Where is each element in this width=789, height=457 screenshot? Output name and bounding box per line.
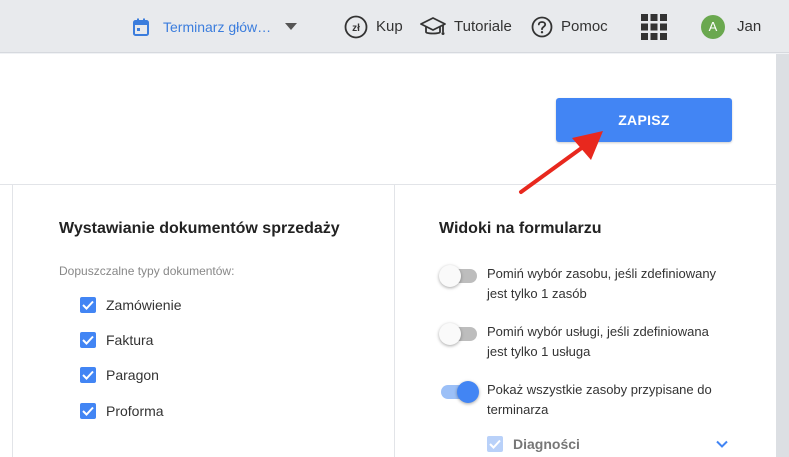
show-all-resources-toggle-row: Pokaż wszystkie zasoby przypisane do ter… bbox=[439, 380, 727, 420]
doc-type-label: Zamówienie bbox=[106, 297, 182, 313]
sales-docs-title: Wystawianie dokumentów sprzedaży bbox=[59, 220, 340, 237]
checkbox-checked-icon[interactable] bbox=[80, 367, 96, 383]
buy-link[interactable]: zł Kup bbox=[344, 0, 403, 53]
skip-service-toggle-row: Pomiń wybór usługi, jeśli zdefiniowana j… bbox=[439, 322, 727, 362]
avatar: A bbox=[701, 14, 725, 39]
caret-down-icon bbox=[285, 23, 298, 30]
skip-resource-toggle-row: Pomiń wybór zasobu, jeśli zdefiniowany j… bbox=[439, 264, 727, 304]
toggle-knob bbox=[439, 323, 461, 345]
checkbox-checked-icon[interactable] bbox=[80, 403, 96, 419]
column-divider-middle bbox=[394, 185, 395, 457]
toggle-label: Pomiń wybór zasobu, jeśli zdefiniowany j… bbox=[487, 266, 717, 301]
user-menu[interactable]: A Jan bbox=[701, 0, 761, 53]
currency-icon: zł bbox=[344, 15, 368, 38]
doc-type-receipt[interactable]: Paragon bbox=[80, 367, 159, 383]
apps-grid-icon bbox=[641, 13, 667, 40]
calendar-selector[interactable]: Terminarz głów… bbox=[133, 0, 298, 53]
checkbox-checked-icon[interactable] bbox=[487, 436, 503, 452]
doc-type-label: Paragon bbox=[106, 367, 159, 383]
toggle-knob bbox=[439, 265, 461, 287]
section-divider bbox=[0, 184, 776, 185]
doc-type-label: Faktura bbox=[106, 332, 154, 348]
calendar-icon bbox=[133, 18, 149, 36]
toggle-knob bbox=[457, 381, 479, 403]
toggle-label: Pomiń wybór usługi, jeśli zdefiniowana j… bbox=[487, 324, 709, 359]
doc-type-order[interactable]: Zamówienie bbox=[80, 297, 181, 313]
resource-group-label: Diagności bbox=[513, 436, 580, 452]
buy-label: Kup bbox=[376, 18, 403, 35]
doc-type-invoice[interactable]: Faktura bbox=[80, 332, 153, 348]
help-label: Pomoc bbox=[561, 18, 608, 35]
tutorials-link[interactable]: Tutoriale bbox=[420, 0, 512, 53]
scrollbar[interactable] bbox=[776, 54, 789, 457]
skip-resource-toggle[interactable] bbox=[439, 264, 479, 287]
apps-menu-button[interactable] bbox=[640, 0, 668, 53]
doc-type-proforma[interactable]: Proforma bbox=[80, 403, 164, 419]
user-name: Jan bbox=[737, 18, 762, 35]
calendar-selector-label: Terminarz głów… bbox=[163, 18, 272, 35]
allowed-types-label: Dopuszczalne typy dokumentów: bbox=[59, 264, 235, 278]
toggle-label: Pokaż wszystkie zasoby przypisane do ter… bbox=[487, 382, 712, 417]
help-icon bbox=[531, 16, 553, 37]
tutorials-label: Tutoriale bbox=[454, 18, 512, 35]
checkbox-checked-icon[interactable] bbox=[80, 297, 96, 313]
column-divider-left bbox=[12, 185, 13, 457]
top-bar: Terminarz głów… zł Kup Tutoriale Pomoc A… bbox=[0, 0, 789, 53]
chevron-down-icon[interactable] bbox=[714, 436, 730, 452]
doc-type-label: Proforma bbox=[106, 403, 164, 419]
graduation-cap-icon bbox=[420, 16, 446, 35]
currency-icon-text: zł bbox=[352, 23, 360, 34]
annotation-arrow bbox=[519, 131, 603, 194]
help-link[interactable]: Pomoc bbox=[531, 0, 608, 53]
skip-service-toggle[interactable] bbox=[439, 322, 479, 345]
form-views-title: Widoki na formularzu bbox=[439, 220, 602, 237]
resource-group-diagnostics[interactable]: Diagności bbox=[487, 436, 580, 452]
show-all-resources-toggle[interactable] bbox=[439, 380, 479, 403]
checkbox-checked-icon[interactable] bbox=[80, 332, 96, 348]
